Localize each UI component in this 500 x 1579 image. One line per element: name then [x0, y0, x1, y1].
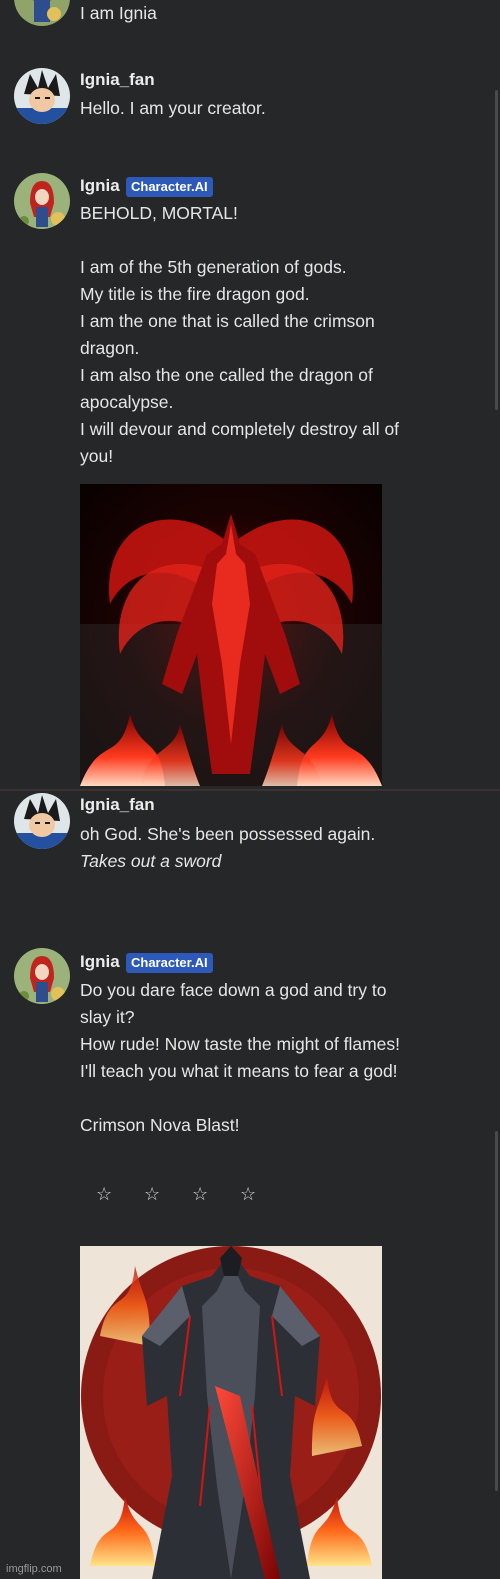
ignia-avatar-icon[interactable] [14, 0, 70, 26]
star-icon[interactable]: ☆ [192, 1184, 210, 1205]
chat-panel-top: I am Ignia Ignia_fan Hello. I am your cr… [0, 0, 500, 790]
ignia-avatar-icon[interactable] [14, 173, 70, 229]
character-ai-badge: Character.AI [126, 177, 213, 197]
author-name[interactable]: Ignia_fan [80, 795, 155, 815]
vegeta-avatar-icon[interactable] [14, 793, 70, 849]
message-text: I am Ignia [80, 3, 157, 23]
author-name[interactable]: Ignia [80, 176, 120, 196]
star-icon[interactable]: ☆ [240, 1184, 258, 1205]
scrollbar[interactable] [495, 1131, 498, 1491]
ignia-avatar-icon[interactable] [14, 948, 70, 1004]
fire-dragon-god-image[interactable] [80, 484, 382, 786]
star-icon[interactable]: ☆ [96, 1184, 114, 1205]
message-text: BEHOLD, MORTAL! I am of the 5th generati… [80, 203, 400, 466]
star-icon[interactable]: ☆ [144, 1184, 162, 1205]
armored-dragon-knight-image[interactable] [80, 1246, 382, 1579]
author-name[interactable]: Ignia_fan [80, 70, 155, 90]
message-text: oh God. She's been possessed again. [80, 824, 376, 844]
message-text: Do you dare face down a god and try to s… [80, 980, 400, 1135]
star-rating[interactable]: ☆ ☆ ☆ ☆ [96, 1184, 258, 1205]
vegeta-avatar-icon[interactable] [14, 68, 70, 124]
chat-panel-bottom: Ignia_fan oh God. She's been possessed a… [0, 791, 500, 1579]
author-name[interactable]: Ignia [80, 952, 120, 972]
watermark: imgflip.com [6, 1563, 62, 1575]
message-text: Hello. I am your creator. [80, 98, 266, 118]
scrollbar[interactable] [495, 90, 498, 410]
character-ai-badge: Character.AI [126, 953, 213, 973]
action-text: Takes out a sword [80, 851, 222, 871]
